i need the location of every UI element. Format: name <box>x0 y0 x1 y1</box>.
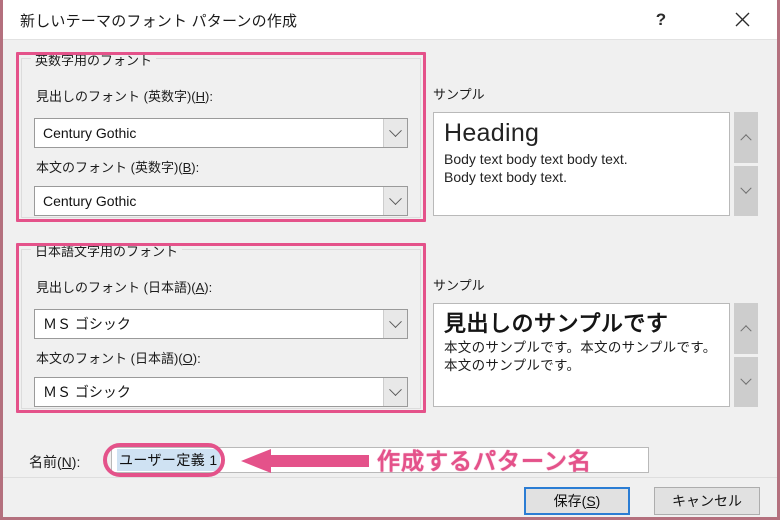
close-button[interactable] <box>719 0 765 39</box>
latin-sample-body-line2: Body text body text. <box>444 168 567 185</box>
japanese-sample-panel: 見出しのサンプルです 本文のサンプルです。本文のサンプルです。本文のサンプルです… <box>433 303 758 407</box>
latin-heading-font-value: Century Gothic <box>43 125 137 141</box>
japanese-sample-scrollbar[interactable] <box>734 303 758 407</box>
latin-sample-label: サンプル <box>433 87 485 102</box>
latin-sample-body-line1: Body text body text body text. <box>444 151 628 167</box>
help-button[interactable]: ? <box>638 0 684 39</box>
latin-body-font-combobox[interactable]: Century Gothic <box>34 186 408 216</box>
save-button[interactable]: 保存(S) <box>524 487 630 515</box>
latin-sample-scrollbar[interactable] <box>734 112 758 216</box>
theme-font-dialog: 新しいテーマのフォント パターンの作成 ? 英数字用のフォント 見出しのフォント… <box>0 0 780 520</box>
chevron-down-icon[interactable] <box>734 356 758 407</box>
latin-sample-preview: Heading Body text body text body text. B… <box>433 112 730 216</box>
latin-sample-heading: Heading <box>444 119 540 147</box>
japanese-sample-heading: 見出しのサンプルです <box>444 311 669 336</box>
chevron-down-icon[interactable] <box>383 187 407 215</box>
cancel-button[interactable]: キャンセル <box>654 487 760 515</box>
dialog-title: 新しいテーマのフォント パターンの作成 <box>20 13 298 30</box>
japanese-sample-preview: 見出しのサンプルです 本文のサンプルです。本文のサンプルです。本文のサンプルです… <box>433 303 730 407</box>
japanese-body-font-combobox[interactable]: ＭＳ ゴシック <box>34 377 408 407</box>
japanese-sample-label: サンプル <box>433 278 485 293</box>
chevron-down-icon[interactable] <box>383 378 407 406</box>
japanese-heading-label: 見出しのフォント (日本語)(A): <box>36 280 213 295</box>
latin-sample-panel: Heading Body text body text body text. B… <box>433 112 758 216</box>
latin-heading-label: 見出しのフォント (英数字)(H): <box>36 89 213 104</box>
chevron-up-icon[interactable] <box>734 303 758 354</box>
japanese-sample-body: 本文のサンプルです。本文のサンプルです。本文のサンプルです。 <box>444 340 717 373</box>
japanese-body-font-value: ＭＳ ゴシック <box>43 384 131 400</box>
japanese-heading-font-value: ＭＳ ゴシック <box>43 316 131 332</box>
latin-heading-font-combobox[interactable]: Century Gothic <box>34 118 408 148</box>
chevron-down-icon[interactable] <box>383 310 407 338</box>
chevron-down-icon[interactable] <box>383 119 407 147</box>
latin-body-font-value: Century Gothic <box>43 193 137 209</box>
name-field-label: 名前(N): <box>29 454 81 470</box>
chevron-up-icon[interactable] <box>734 112 758 163</box>
dialog-footer: 保存(S) キャンセル <box>3 478 777 517</box>
annotation-caption: 作成するパターン名 <box>377 448 592 474</box>
japanese-body-label: 本文のフォント (日本語)(O): <box>36 351 201 366</box>
title-bar: 新しいテーマのフォント パターンの作成 ? <box>3 0 777 40</box>
close-x-icon <box>735 12 750 27</box>
japanese-group-legend: 日本語文字用のフォント <box>31 241 183 260</box>
chevron-down-icon[interactable] <box>734 165 758 216</box>
latin-body-label: 本文のフォント (英数字)(B): <box>36 160 200 175</box>
name-input-value: ユーザー定義 1 <box>117 449 220 471</box>
japanese-heading-font-combobox[interactable]: ＭＳ ゴシック <box>34 309 408 339</box>
latin-group-legend: 英数字用のフォント <box>31 50 157 69</box>
question-mark-icon: ? <box>655 9 667 29</box>
